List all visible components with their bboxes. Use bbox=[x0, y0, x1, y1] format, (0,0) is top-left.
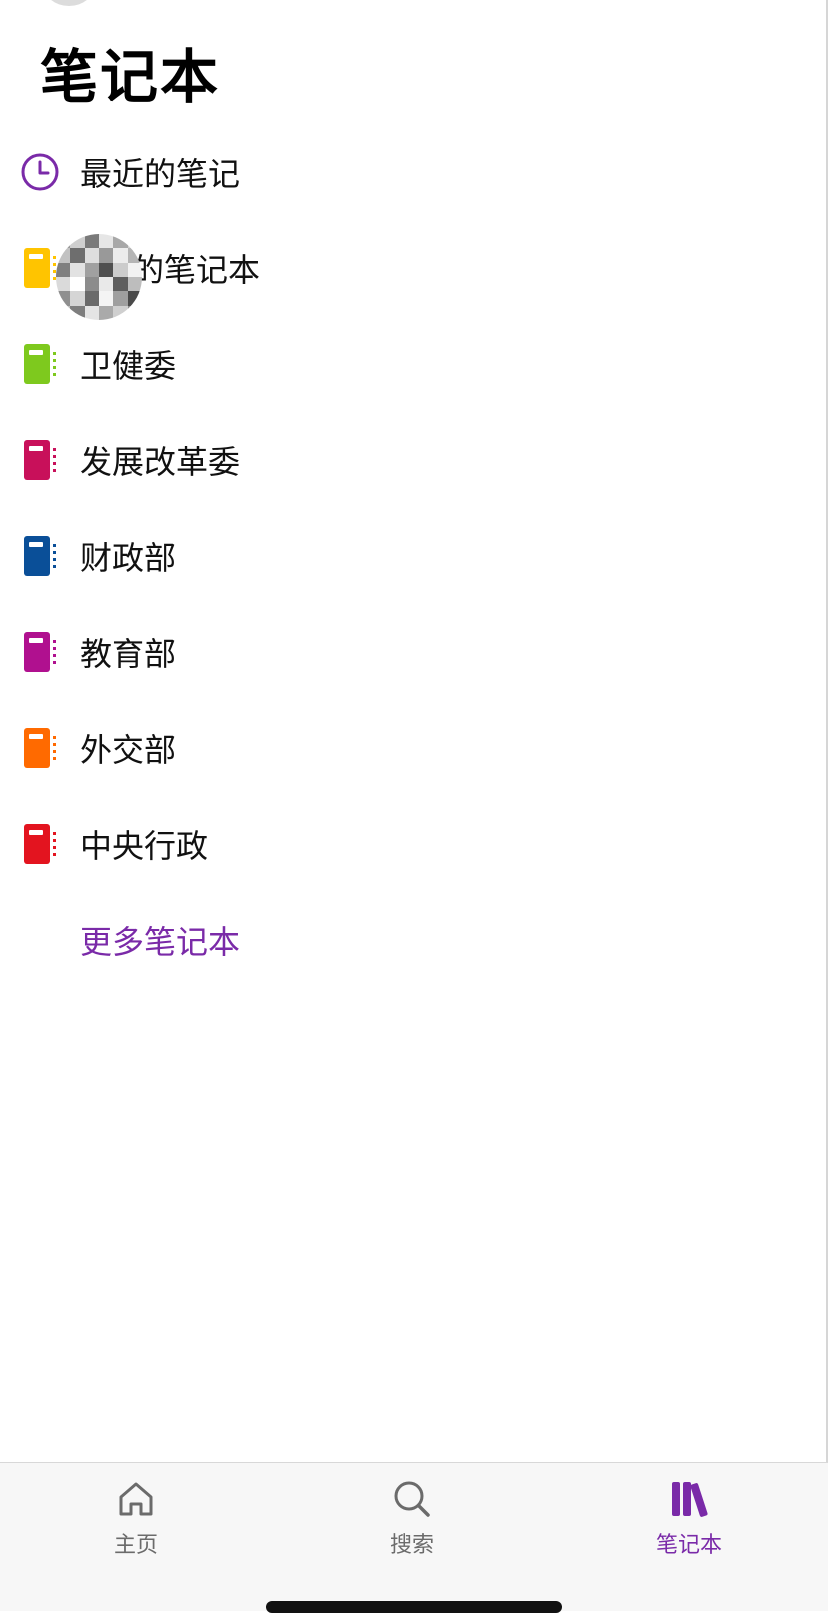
home-indicator bbox=[266, 1601, 562, 1613]
list-item-label: 财政部 bbox=[80, 539, 177, 577]
tab-home[interactable]: 主页 bbox=[66, 1477, 206, 1577]
more-notebooks-link[interactable]: 更多笔记本 bbox=[0, 892, 826, 988]
more-notebooks-label: 更多笔记本 bbox=[80, 923, 241, 961]
list-item-label: 卫健委 bbox=[80, 347, 177, 385]
notebook-icon bbox=[24, 248, 56, 288]
notebook-icon bbox=[24, 344, 56, 384]
list-item-label: 中央行政 bbox=[80, 827, 209, 865]
list-item-notebook[interactable]: 中央行政 bbox=[0, 796, 826, 892]
list-item-label: 发展改革委 bbox=[80, 443, 241, 481]
clock-icon bbox=[21, 153, 59, 191]
notebook-icon bbox=[24, 440, 56, 480]
list-item-notebook[interactable]: 发展改革委 bbox=[0, 412, 826, 508]
list-item-notebook[interactable]: 卫健委 bbox=[0, 316, 826, 412]
list-item-label: 外交部 bbox=[80, 731, 177, 769]
notebook-icon bbox=[24, 536, 56, 576]
library-icon bbox=[672, 1482, 708, 1517]
tab-search-label: 搜索 bbox=[389, 1533, 434, 1558]
avatar[interactable] bbox=[43, 0, 95, 6]
tab-bar: 主页 搜索 笔记本 bbox=[0, 1462, 828, 1611]
home-icon bbox=[119, 1482, 153, 1516]
page-title: 笔记本 bbox=[40, 43, 221, 111]
notebook-icon bbox=[24, 824, 56, 864]
tab-notebooks-label: 笔记本 bbox=[655, 1533, 722, 1558]
list-item-notebook[interactable]: 教育部 bbox=[0, 604, 826, 700]
tab-notebooks[interactable]: 笔记本 bbox=[619, 1477, 759, 1577]
notebook-icon bbox=[24, 728, 56, 768]
list-item-label: 的笔记本 bbox=[132, 251, 261, 289]
list-item-label: 最近的笔记 bbox=[80, 155, 241, 193]
list-item-notebook[interactable]: 外交部 bbox=[0, 700, 826, 796]
list-item-label: 教育部 bbox=[80, 635, 177, 673]
search-icon bbox=[394, 1481, 430, 1517]
list-item-notebook[interactable]: 财政部 bbox=[0, 508, 826, 604]
tab-home-label: 主页 bbox=[113, 1533, 158, 1558]
tab-search[interactable]: 搜索 bbox=[342, 1477, 482, 1577]
notebook-icon bbox=[24, 632, 56, 672]
list-item-recent-notes[interactable]: 最近的笔记 bbox=[0, 124, 826, 220]
privacy-mosaic bbox=[56, 234, 142, 320]
